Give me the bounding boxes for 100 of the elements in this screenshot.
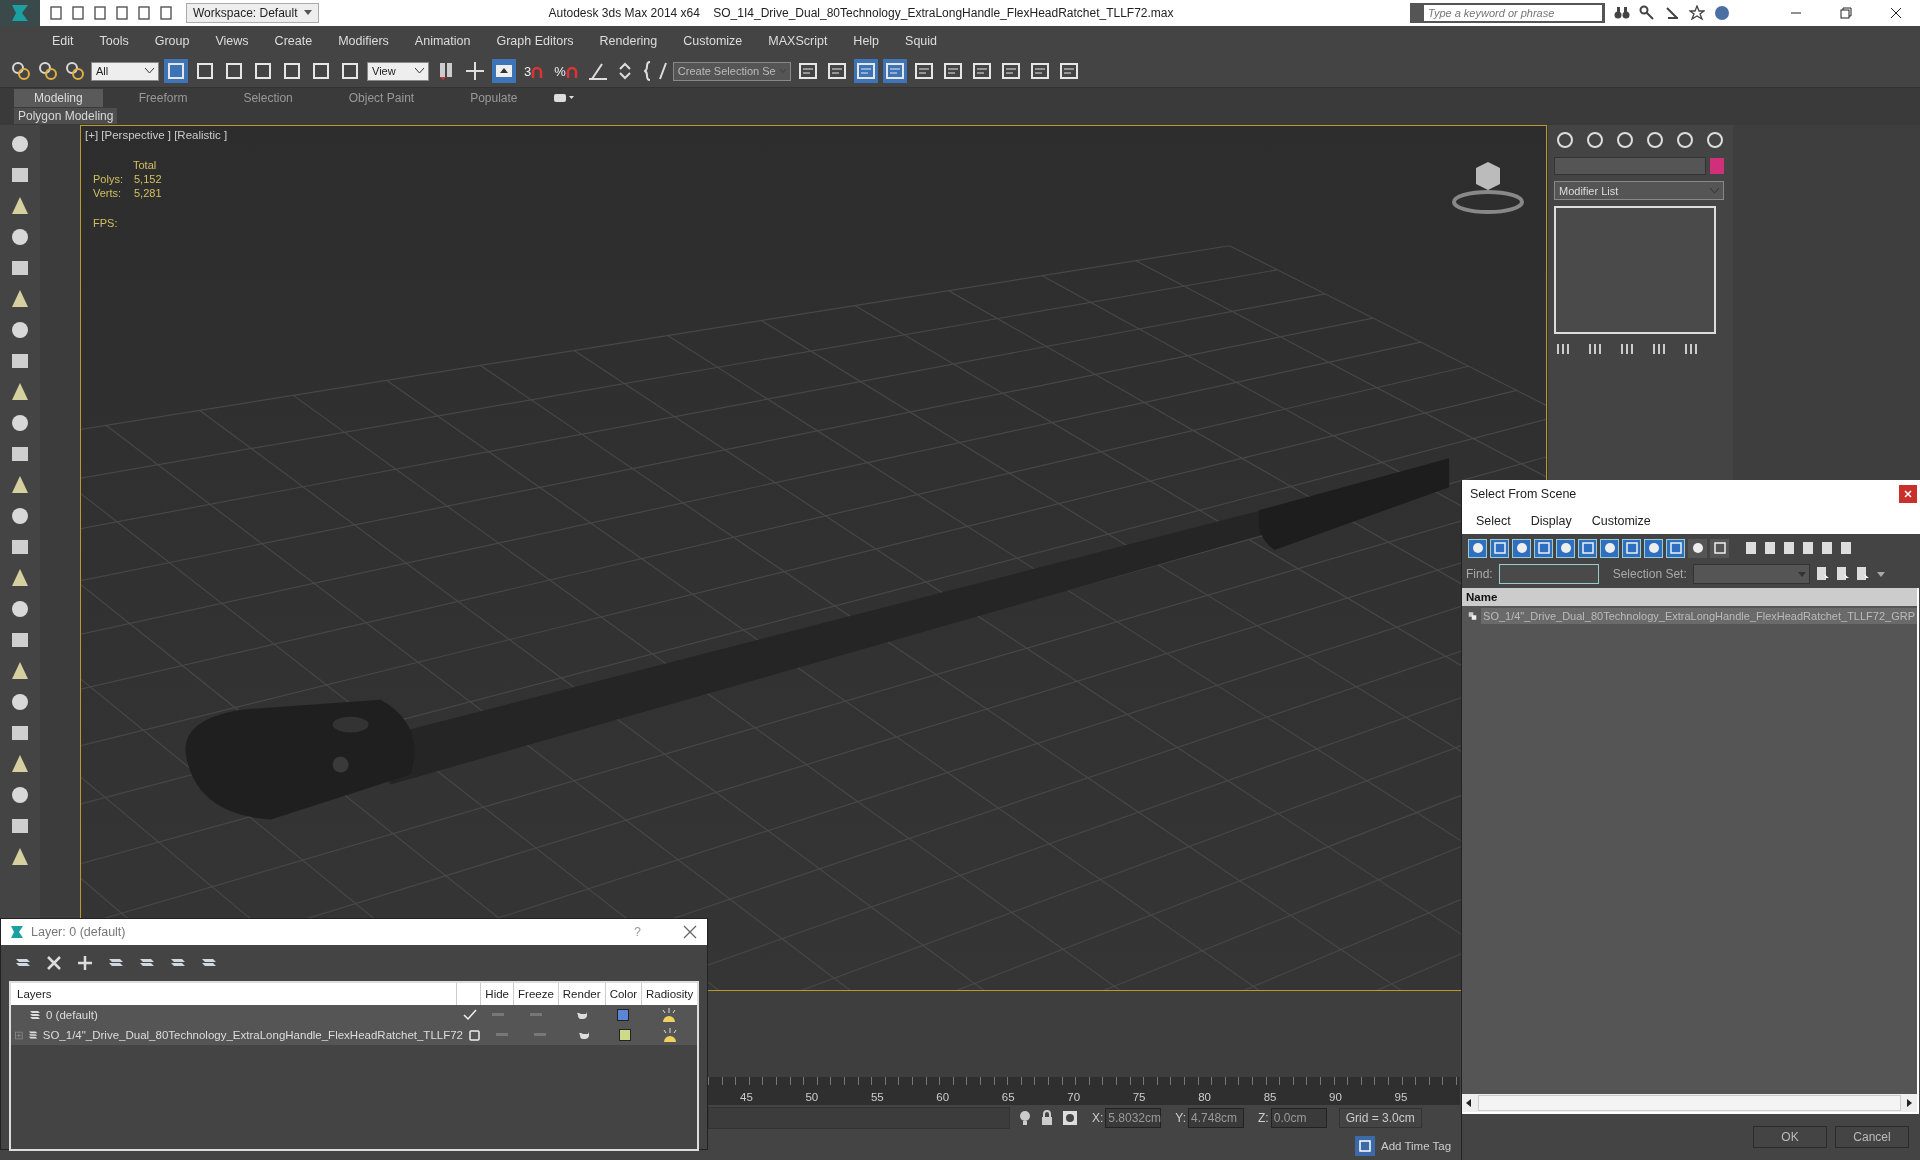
search-field[interactable]: Type a keyword or phrase xyxy=(1410,3,1605,23)
group-icon xyxy=(1468,610,1478,622)
coordinate-field[interactable]: 4.748cm xyxy=(1188,1108,1245,1128)
stat-value: 5,281 xyxy=(134,187,162,199)
caret-icon[interactable] xyxy=(415,68,424,74)
frame-number: 55 xyxy=(870,1091,885,1105)
frame-number: 80 xyxy=(1198,1091,1212,1105)
frame-number: 90 xyxy=(1329,1091,1343,1105)
menu-item[interactable]: Tools xyxy=(99,33,129,48)
cancel-button[interactable]: Cancel xyxy=(1835,1126,1909,1148)
coordinate-field[interactable]: 0.0cm xyxy=(1270,1108,1327,1128)
frame-number: 75 xyxy=(1132,1091,1147,1105)
select-all-icon[interactable] xyxy=(1815,566,1830,582)
modifier-list-dropdown[interactable]: Modifier List xyxy=(1554,181,1724,200)
ribbon-options-icon[interactable] xyxy=(553,92,574,103)
time-tag-icon[interactable] xyxy=(1355,1135,1375,1156)
workspace-dropdown[interactable]: Workspace: Default xyxy=(186,3,319,23)
layer-color-swatch[interactable] xyxy=(617,1009,630,1021)
menu-item[interactable]: Customize xyxy=(683,33,743,48)
menu-item[interactable]: Create xyxy=(274,33,313,48)
ribbon-tab[interactable]: Freeform xyxy=(118,88,208,107)
layer-color-swatch[interactable] xyxy=(618,1029,631,1041)
layer-row[interactable]: SO_1/4"_Drive_Dual_80Technology_ExtraLongHandle_FlexHeadRatchet_TLLF72 xyxy=(11,1025,697,1045)
coordinate-label: Z: xyxy=(1258,1111,1269,1125)
fps-label: FPS: xyxy=(93,217,119,229)
scroll-right-icon[interactable] xyxy=(1907,1099,1913,1107)
modifier-stack[interactable] xyxy=(1554,206,1716,334)
menu-item[interactable]: Help xyxy=(853,33,880,48)
menu-item[interactable]: Rendering xyxy=(599,33,658,48)
object-color-swatch[interactable] xyxy=(1710,158,1724,174)
edit-named-selection-icon[interactable] xyxy=(643,59,668,83)
menu-item[interactable]: Animation xyxy=(414,33,471,48)
layer-name: SO_1/4"_Drive_Dual_80Technology_ExtraLongHandle_FlexHeadRatchet_TLLF72 xyxy=(42,1029,463,1041)
app-logo-icon[interactable] xyxy=(0,0,40,26)
find-field[interactable] xyxy=(1498,564,1599,584)
close-button[interactable] xyxy=(1899,485,1917,503)
layer-row[interactable]: 0 (default) xyxy=(11,1005,697,1025)
lock-icon[interactable] xyxy=(1040,1110,1054,1126)
find-label: Find: xyxy=(1466,567,1493,581)
select-none-icon[interactable] xyxy=(1835,566,1850,582)
stat-label: Verts: xyxy=(93,187,123,199)
time-slider-ruler[interactable]: 45 50 55 60 65 70 75 80 85 90 95 xyxy=(708,1077,1460,1105)
menu-item[interactable]: MAXScript xyxy=(768,33,828,48)
menu-item[interactable]: Customize xyxy=(1591,514,1651,528)
selection-filter-dropdown[interactable]: All xyxy=(91,61,159,81)
ribbon-tab[interactable]: Modeling xyxy=(14,88,103,107)
invert-selection-icon[interactable] xyxy=(1855,566,1870,582)
add-icon[interactable] xyxy=(75,953,95,973)
restore-icon[interactable] xyxy=(1840,7,1852,19)
stat-value: 5,152 xyxy=(134,173,162,185)
viewport-label[interactable]: [+] [Perspective ] [Realistic ] xyxy=(85,129,228,141)
close-icon[interactable] xyxy=(1890,7,1902,19)
keyboard-shortcut-icon[interactable] xyxy=(492,59,516,83)
ribbon-panel-label[interactable]: Polygon Modeling xyxy=(14,108,118,124)
frame-number: 50 xyxy=(805,1091,820,1105)
scrollbar-thumb[interactable] xyxy=(1478,1095,1901,1111)
frame-number: 85 xyxy=(1263,1091,1278,1105)
ribbon-tab[interactable]: Selection xyxy=(223,88,313,107)
move-gizmo-icon[interactable] xyxy=(463,59,487,83)
column-header[interactable]: Name xyxy=(1462,588,1917,606)
menu-item[interactable]: Views xyxy=(215,33,249,48)
frame-number: 70 xyxy=(1067,1091,1082,1105)
scroll-left-icon[interactable] xyxy=(1466,1099,1472,1107)
menu-item[interactable]: Modifiers xyxy=(338,33,389,48)
checkmark-icon[interactable] xyxy=(462,1009,477,1021)
star-icon[interactable] xyxy=(1689,5,1705,21)
grid-size-readout: Grid = 3.0cm xyxy=(1338,1108,1422,1128)
absolute-mode-icon[interactable] xyxy=(1062,1110,1078,1126)
menu-item[interactable]: Squid xyxy=(905,33,938,48)
add-time-tag-button[interactable]: Add Time Tag xyxy=(1381,1139,1452,1152)
named-selection-dropdown[interactable]: Create Selection Se xyxy=(672,61,791,81)
menu-item[interactable]: Edit xyxy=(52,33,74,48)
frame-number: 60 xyxy=(936,1091,951,1105)
selection-set-label: Selection Set: xyxy=(1612,567,1687,581)
snap-toggle[interactable]: 3 xyxy=(521,63,547,79)
horizontal-scrollbar[interactable] xyxy=(1462,1094,1917,1112)
checkbox-icon[interactable] xyxy=(469,1029,481,1041)
object-name-field[interactable] xyxy=(1554,157,1706,175)
track-bar[interactable] xyxy=(708,991,1460,1077)
new-file-icon[interactable] xyxy=(48,5,64,21)
object-name: SO_1/4"_Drive_Dual_80Technology_ExtraLongHandle_FlexHeadRatchet_TLLF72_GRP xyxy=(1481,608,1917,624)
ok-button[interactable]: OK xyxy=(1753,1126,1827,1148)
select-icon[interactable] xyxy=(164,59,188,83)
binoculars-icon[interactable] xyxy=(1614,5,1630,21)
coordinate-label: X: xyxy=(1092,1111,1104,1125)
help-icon[interactable] xyxy=(1714,5,1730,21)
coordinate-label: Y: xyxy=(1175,1111,1187,1125)
caret-icon[interactable] xyxy=(1875,570,1886,578)
coordinate-field[interactable]: 5.8032cm xyxy=(1105,1108,1162,1128)
snap-toggle[interactable]: % xyxy=(551,63,581,79)
menu-item[interactable]: Group xyxy=(154,33,190,48)
caret-icon[interactable] xyxy=(303,10,312,16)
app-logo-icon xyxy=(9,924,25,940)
caret-icon[interactable] xyxy=(145,68,154,74)
menu-item[interactable]: Select xyxy=(1476,514,1511,528)
reference-coordinate-dropdown[interactable]: View xyxy=(367,61,429,81)
ribbon-tab[interactable]: Object Paint xyxy=(328,88,435,107)
menu-item[interactable]: Graph Editors xyxy=(496,33,574,48)
ribbon-tab[interactable]: Populate xyxy=(450,88,538,107)
frame-number: 65 xyxy=(1001,1091,1016,1105)
